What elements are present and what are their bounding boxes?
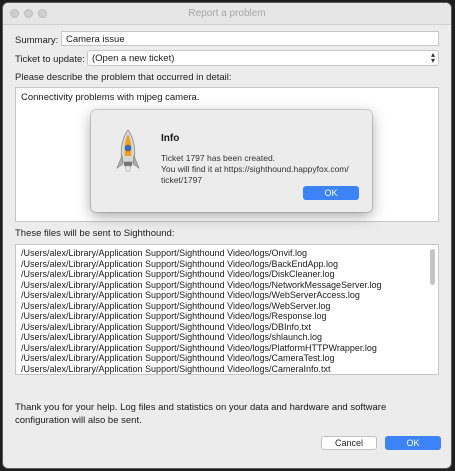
file-item: /Users/alex/Library/Application Support/… bbox=[21, 290, 360, 300]
file-item: /Users/alex/Library/Application Support/… bbox=[21, 279, 382, 290]
file-item: /Users/alex/Library/Application Support/… bbox=[21, 363, 331, 374]
dialog-message-line: Ticket 1797 has been created. bbox=[161, 153, 276, 163]
files-list-box[interactable]: /Users/alex/Library/Application Support/… bbox=[15, 244, 439, 375]
description-text: Connectivity problems with mjpeg camera. bbox=[21, 92, 200, 103]
file-item: /Users/alex/Library/Application Support/… bbox=[21, 311, 327, 321]
dialog-message: Ticket 1797 has been created. You will f… bbox=[161, 153, 361, 186]
files-list: /Users/alex/Library/Application Support/… bbox=[21, 248, 382, 374]
rocket-icon bbox=[116, 129, 140, 173]
thanks-text: Thank you for your help. Log files and s… bbox=[15, 402, 387, 426]
describe-label: Please describe the problem that occurre… bbox=[15, 72, 232, 83]
ticket-select-value: (Open a new ticket) bbox=[92, 53, 175, 64]
file-item: /Users/alex/Library/Application Support/… bbox=[21, 248, 308, 258]
cancel-button[interactable]: Cancel bbox=[321, 436, 377, 450]
files-scrollbar[interactable] bbox=[430, 249, 435, 285]
info-dialog: Info Ticket 1797 has been created. You w… bbox=[91, 110, 372, 212]
file-item: /Users/alex/Library/Application Support/… bbox=[21, 342, 377, 353]
file-item: /Users/alex/Library/Application Support/… bbox=[21, 321, 311, 332]
summary-label: Summary: bbox=[15, 35, 59, 46]
file-item: /Users/alex/Library/Application Support/… bbox=[21, 332, 323, 342]
file-item: /Users/alex/Library/Application Support/… bbox=[21, 300, 331, 311]
files-label: These files will be sent to Sighthound: bbox=[15, 228, 175, 239]
dialog-message-line: ticket/1797 bbox=[161, 175, 203, 185]
ticket-label: Ticket to update: bbox=[15, 54, 85, 65]
dialog-title: Info bbox=[161, 133, 180, 144]
summary-input[interactable]: Camera issue bbox=[61, 31, 439, 46]
ticket-select[interactable]: (Open a new ticket) ▴ ▾ bbox=[87, 50, 439, 66]
report-problem-window: Report a problem Summary: Camera issue T… bbox=[3, 3, 451, 468]
file-item: /Users/alex/Library/Application Support/… bbox=[21, 269, 335, 279]
ok-button[interactable]: OK bbox=[385, 436, 441, 450]
chevron-updown-icon: ▴ ▾ bbox=[430, 50, 435, 65]
dialog-ok-button[interactable]: OK bbox=[303, 186, 359, 200]
title-bar: Report a problem bbox=[3, 3, 451, 25]
file-item: /Users/alex/Library/Application Support/… bbox=[21, 258, 339, 269]
window-title: Report a problem bbox=[188, 8, 266, 19]
dialog-message-line: You will find it at https://sighthound.h… bbox=[161, 164, 349, 174]
file-item: /Users/alex/Library/Application Support/… bbox=[21, 353, 335, 363]
